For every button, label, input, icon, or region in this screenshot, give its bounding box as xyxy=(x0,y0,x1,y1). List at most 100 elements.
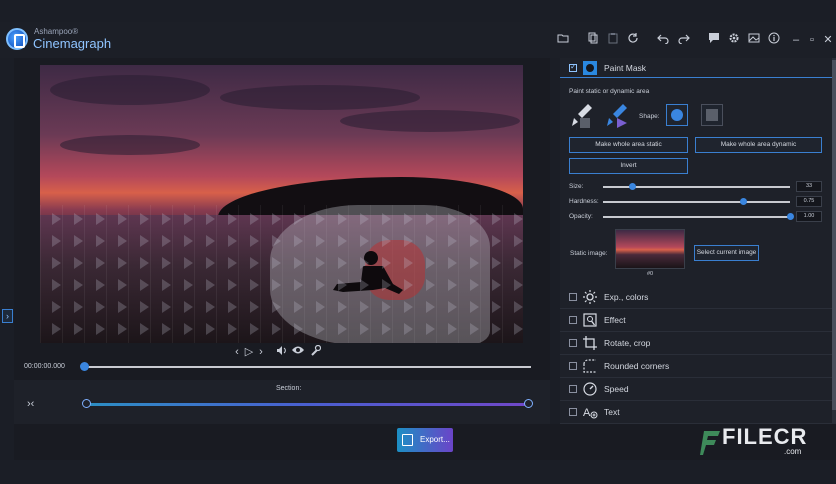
section-arrows-icon[interactable]: ›‹ xyxy=(27,398,34,410)
info-icon[interactable] xyxy=(766,32,782,48)
invert-button[interactable]: Invert xyxy=(569,158,688,174)
timeline-knob[interactable] xyxy=(79,362,89,371)
opacity-slider-track[interactable] xyxy=(603,216,790,218)
shape-label: Shape: xyxy=(639,113,660,120)
mask-triangle xyxy=(470,279,479,291)
select-current-image-button[interactable]: Select current image xyxy=(694,245,759,261)
mask-triangle xyxy=(118,323,127,335)
mask-triangle xyxy=(228,235,237,247)
export-button[interactable]: Export... xyxy=(397,428,453,452)
next-frame-icon[interactable]: › xyxy=(254,345,268,359)
mask-triangle xyxy=(228,257,237,269)
redo-icon[interactable] xyxy=(676,32,692,48)
section-effect[interactable]: Effect xyxy=(560,310,832,332)
opacity-value[interactable]: 1.00 xyxy=(796,211,822,222)
mask-triangle xyxy=(294,213,303,225)
section-title: Speed xyxy=(604,384,629,394)
static-brush-icon[interactable] xyxy=(570,102,594,128)
video-preview[interactable] xyxy=(40,65,523,343)
minimize-button[interactable]: – xyxy=(788,32,804,48)
mask-triangle xyxy=(316,323,325,335)
section-start-handle[interactable] xyxy=(81,399,91,408)
mask-triangle xyxy=(162,279,171,291)
mask-triangle xyxy=(316,301,325,313)
image-icon[interactable] xyxy=(746,32,762,48)
timeline-track[interactable] xyxy=(84,366,531,368)
make-static-button[interactable]: Make whole area static xyxy=(569,137,688,153)
mask-triangle xyxy=(206,235,215,247)
speed-icon xyxy=(583,382,597,396)
paint-mask-title: Paint Mask xyxy=(604,63,647,73)
mask-triangle xyxy=(470,301,479,313)
panel-scroll-thumb[interactable] xyxy=(832,60,836,410)
copy-icon[interactable] xyxy=(585,32,601,48)
paint-mask-header[interactable]: Paint Mask xyxy=(560,58,832,78)
mask-triangle xyxy=(228,213,237,225)
section-rounded-corners[interactable]: Rounded corners xyxy=(560,356,832,378)
mask-triangle xyxy=(184,323,193,335)
mask-triangle xyxy=(206,323,215,335)
opacity-slider-knob[interactable] xyxy=(786,213,794,220)
section-rotate-crop[interactable]: Rotate, crop xyxy=(560,333,832,355)
mask-triangle xyxy=(382,235,391,247)
mask-triangle xyxy=(338,213,347,225)
refresh-icon[interactable] xyxy=(625,32,641,48)
opacity-label: Opacity: xyxy=(569,213,593,220)
preview-eye-icon[interactable] xyxy=(291,345,305,359)
mask-triangle xyxy=(184,301,193,313)
undo-icon[interactable] xyxy=(655,32,671,48)
section-speed[interactable]: Speed xyxy=(560,379,832,401)
mask-triangle xyxy=(52,235,61,247)
hardness-value[interactable]: 0.75 xyxy=(796,196,822,207)
close-button[interactable]: ✕ xyxy=(820,32,836,48)
app-logo-icon xyxy=(6,28,28,50)
section-label: Section: xyxy=(276,385,302,392)
section-checkbox[interactable] xyxy=(569,362,577,370)
mask-triangle xyxy=(382,323,391,335)
size-slider-knob[interactable] xyxy=(629,183,637,190)
expand-panel-button[interactable]: › xyxy=(2,309,13,323)
make-dynamic-button[interactable]: Make whole area dynamic xyxy=(695,137,822,153)
section-checkbox[interactable] xyxy=(569,293,577,301)
watermark-logo-icon xyxy=(700,431,720,455)
dynamic-brush-icon[interactable] xyxy=(605,102,629,128)
wrench-icon[interactable] xyxy=(308,344,322,359)
feedback-icon[interactable] xyxy=(706,32,722,48)
mask-triangle xyxy=(360,213,369,225)
app-title: Cinemagraph xyxy=(33,36,112,51)
section-title: Text xyxy=(604,407,620,417)
section-checkbox[interactable] xyxy=(569,316,577,324)
shape-square-button[interactable] xyxy=(701,104,723,126)
section-range-track[interactable] xyxy=(86,403,528,406)
shape-circle-button[interactable] xyxy=(666,104,688,126)
folder-icon[interactable] xyxy=(555,32,571,48)
mask-triangle xyxy=(448,257,457,269)
settings-icon[interactable] xyxy=(726,32,742,48)
hardness-slider-track[interactable] xyxy=(603,201,790,203)
mask-triangle xyxy=(426,323,435,335)
section-checkbox[interactable] xyxy=(569,408,577,416)
mask-triangle xyxy=(338,257,347,269)
mask-triangle xyxy=(448,279,457,291)
mask-triangle xyxy=(404,279,413,291)
maximize-button[interactable]: ▫ xyxy=(804,32,820,48)
paste-icon[interactable] xyxy=(605,32,621,48)
section-text[interactable]: A Text xyxy=(560,402,832,424)
svg-text:A: A xyxy=(583,407,591,419)
section-end-handle[interactable] xyxy=(523,399,533,408)
section-checkbox[interactable] xyxy=(569,385,577,393)
volume-icon[interactable] xyxy=(274,345,288,359)
hardness-slider-knob[interactable] xyxy=(739,198,747,205)
mask-triangle xyxy=(162,323,171,335)
mask-triangle xyxy=(96,213,105,225)
size-value[interactable]: 33 xyxy=(796,181,822,192)
section-checkbox[interactable] xyxy=(569,339,577,347)
mask-triangle xyxy=(404,235,413,247)
mask-triangle xyxy=(514,257,523,269)
watermark-domain: .com xyxy=(784,447,802,456)
section-exp-colors[interactable]: Exp., colors xyxy=(560,287,832,309)
mask-triangle xyxy=(228,323,237,335)
paint-mask-checkbox[interactable] xyxy=(569,62,577,72)
static-image-thumbnail[interactable] xyxy=(615,229,685,269)
mask-triangle xyxy=(514,323,523,335)
